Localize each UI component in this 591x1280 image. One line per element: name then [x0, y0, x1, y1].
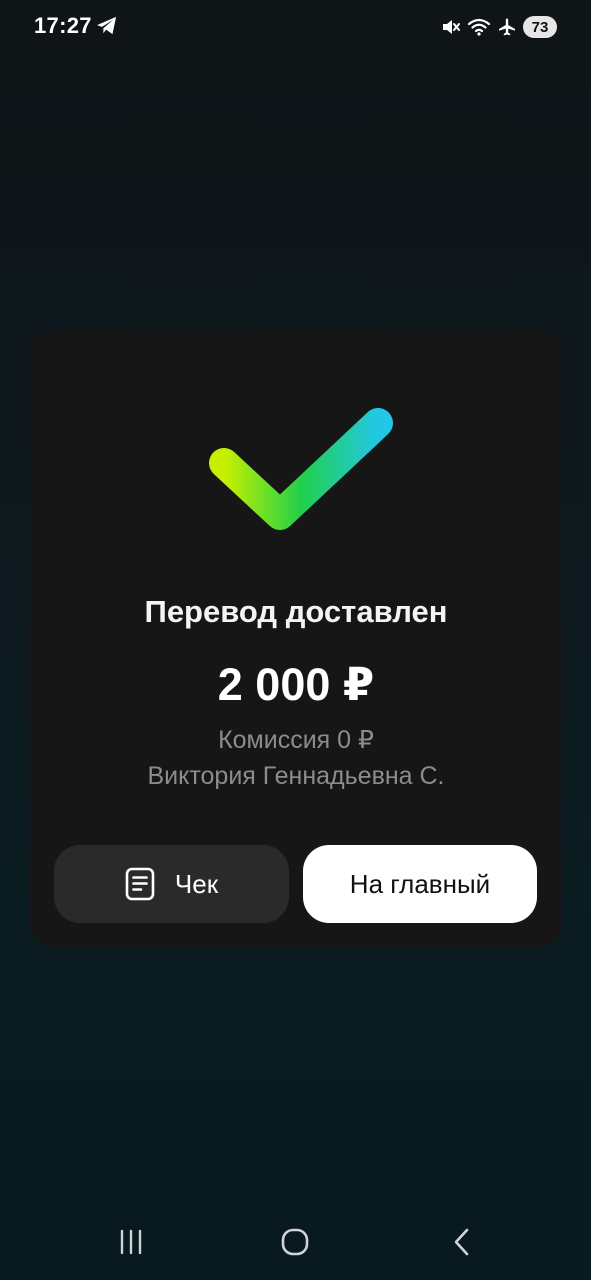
wifi-icon: [467, 18, 491, 36]
airplane-icon: [499, 18, 515, 36]
checkmark-icon: [209, 408, 393, 530]
recents-icon: [120, 1229, 142, 1255]
transfer-amount: 2 000 ₽: [217, 659, 375, 710]
status-title: Перевод доставлен: [144, 594, 448, 629]
home-circle-icon: [281, 1228, 309, 1256]
home-button-label: На главный: [349, 868, 491, 899]
commission-text: Комиссия 0 ₽: [218, 726, 374, 754]
battery-badge: 73: [523, 16, 557, 38]
telegram-icon: [97, 16, 117, 35]
mute-icon: [443, 20, 460, 34]
status-bar: 17:27 73: [0, 0, 591, 54]
home-nav-button[interactable]: [275, 1222, 315, 1262]
navigation-bar: [0, 1200, 591, 1280]
recents-button[interactable]: [111, 1222, 151, 1262]
success-card: Перевод доставлен 2 000 ₽ Комиссия 0 ₽ В…: [30, 332, 562, 948]
back-chevron-icon: [454, 1228, 469, 1256]
recipient-name: Виктория Геннадьевна С.: [147, 762, 445, 790]
receipt-icon: [125, 867, 155, 901]
receipt-button[interactable]: Чек: [54, 845, 289, 923]
status-time: 17:27: [34, 13, 92, 38]
receipt-button-label: Чек: [174, 868, 219, 899]
back-button[interactable]: [442, 1222, 482, 1262]
status-icons: 73: [441, 14, 557, 40]
home-button[interactable]: На главный: [303, 845, 537, 923]
